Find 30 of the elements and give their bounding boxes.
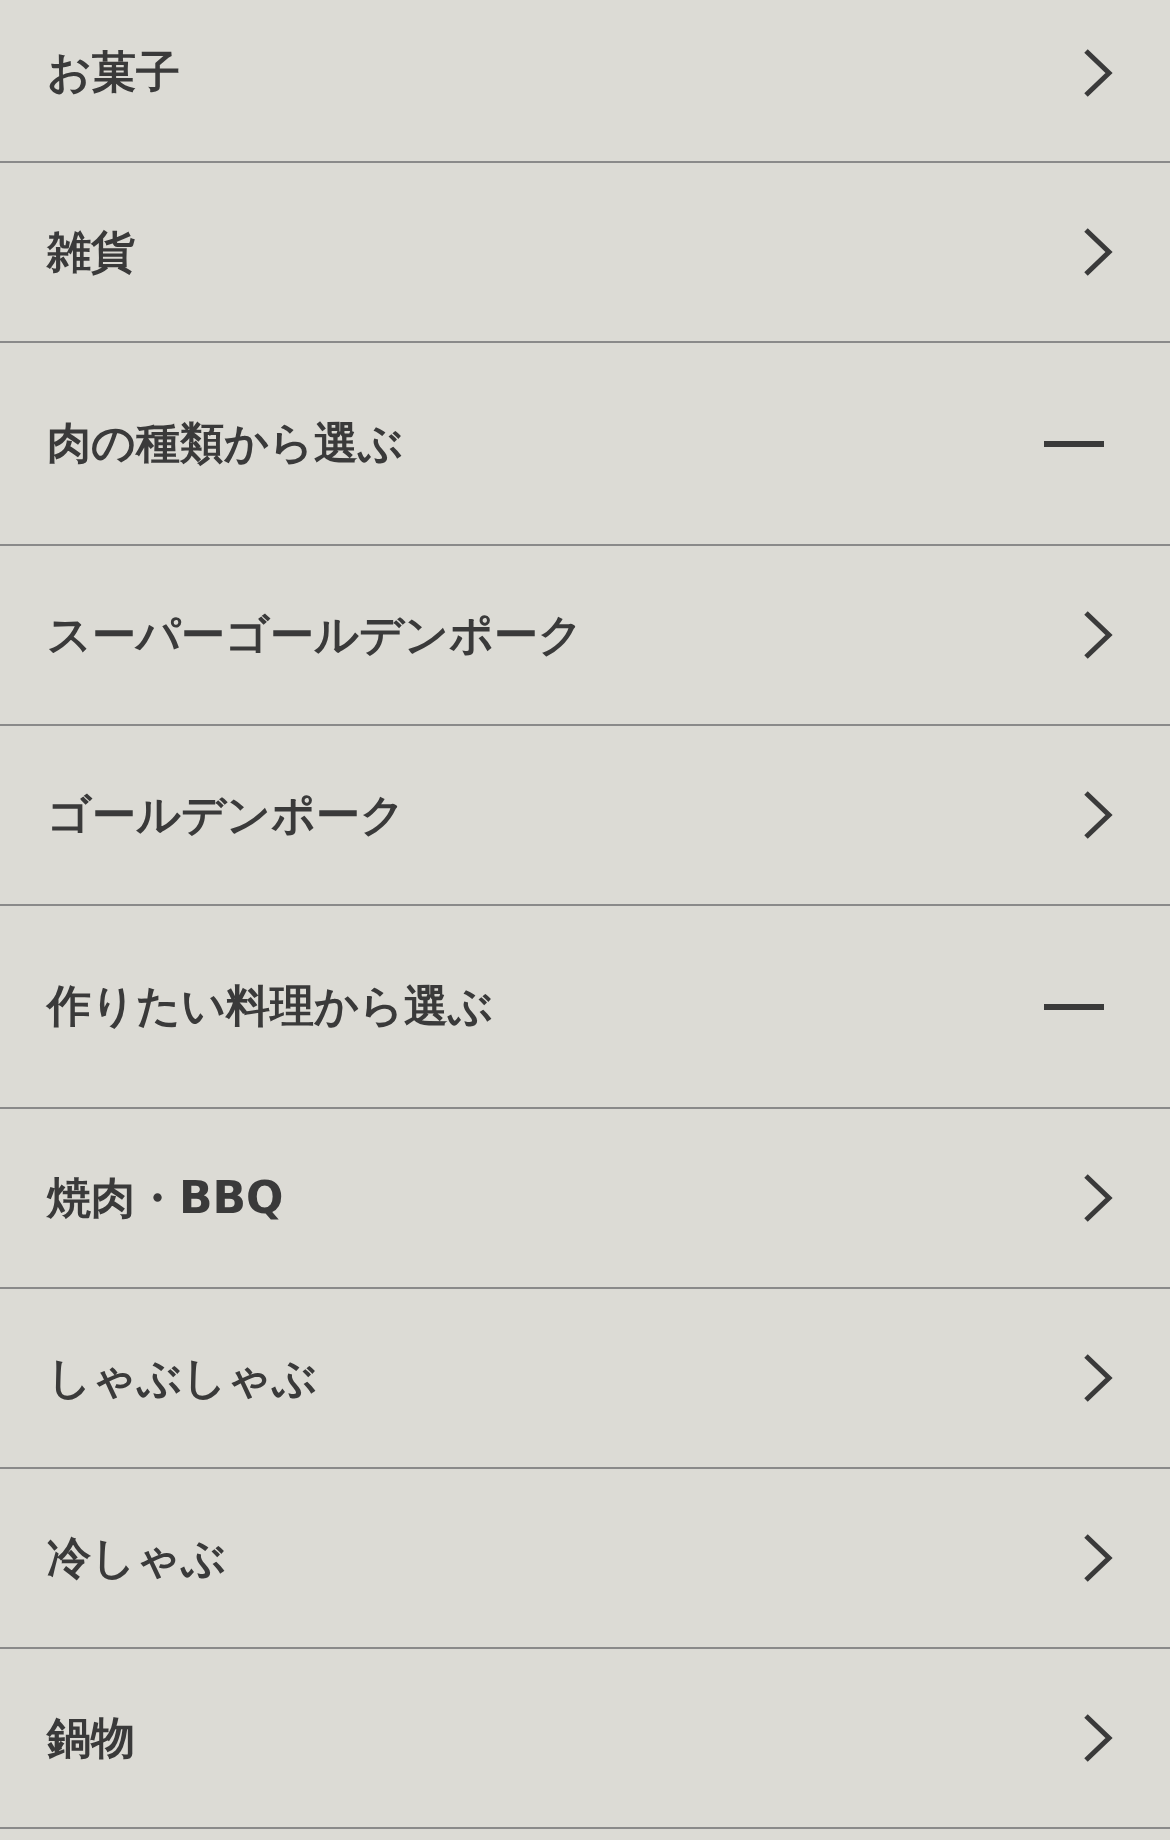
- menu-label: お菓子: [47, 45, 180, 99]
- minus-icon: [1044, 1003, 1104, 1010]
- menu-item[interactable]: ゴールデンポーク: [0, 726, 1170, 906]
- menu-label: 肉の種類から選ぶ: [47, 416, 403, 470]
- chevron-right-icon: [1082, 226, 1114, 278]
- chevron-right-icon: [1082, 789, 1114, 841]
- menu-label: しゃぶしゃぶ: [47, 1350, 317, 1405]
- menu-label: 作りたい料理から選ぶ: [47, 979, 493, 1033]
- menu-item[interactable]: 雑貨: [0, 163, 1170, 343]
- menu-item[interactable]: しゃぶしゃぶ: [0, 1289, 1170, 1469]
- menu-item[interactable]: 焼肉・BBQ: [0, 1109, 1170, 1289]
- menu-item[interactable]: 鍋物: [0, 1649, 1170, 1829]
- chevron-right-icon: [1082, 609, 1114, 661]
- chevron-right-icon: [1082, 46, 1114, 99]
- menu-item[interactable]: 冷しゃぶ: [0, 1469, 1170, 1649]
- chevron-right-icon: [1082, 1712, 1114, 1764]
- menu-section-header[interactable]: 肉の種類から選ぶ: [0, 343, 1170, 546]
- menu-label: 焼肉・BBQ: [47, 1170, 284, 1225]
- menu-label: スーパーゴールデンポーク: [47, 607, 583, 662]
- menu-item[interactable]: お菓子: [0, 0, 1170, 163]
- chevron-right-icon: [1082, 1352, 1114, 1404]
- minus-icon: [1044, 440, 1104, 447]
- menu-label: 冷しゃぶ: [47, 1530, 226, 1585]
- menu-section-header[interactable]: 作りたい料理から選ぶ: [0, 906, 1170, 1109]
- menu-label: ゴールデンポーク: [47, 787, 405, 842]
- menu-label: 雑貨: [47, 224, 135, 279]
- menu-label: 鍋物: [47, 1710, 135, 1765]
- chevron-right-icon: [1082, 1172, 1114, 1224]
- chevron-right-icon: [1082, 1532, 1114, 1584]
- menu-item[interactable]: スーパーゴールデンポーク: [0, 546, 1170, 726]
